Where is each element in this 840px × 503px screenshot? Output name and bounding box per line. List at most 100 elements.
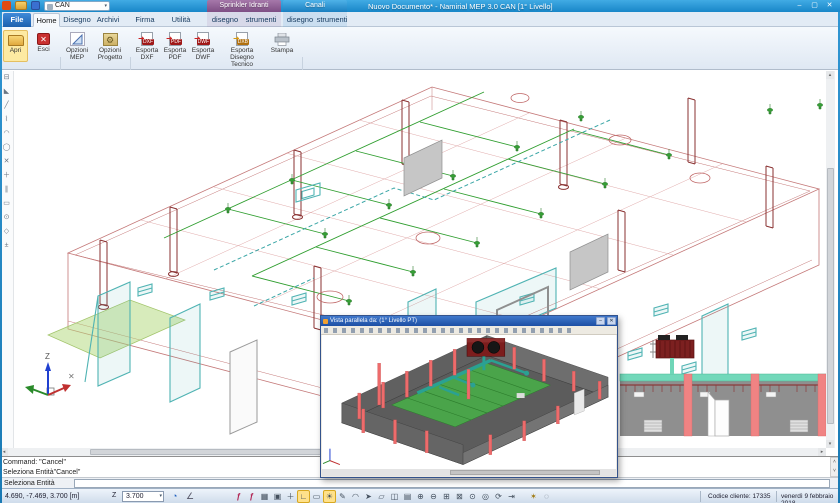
window-title: Nuovo Documento* - Namirial MEP 3.0 CAN … bbox=[368, 2, 553, 11]
quick-access-combo[interactable]: CAN ▾ bbox=[44, 1, 110, 11]
vertical-scrollbar[interactable]: ▴ ▾ bbox=[826, 71, 835, 448]
exit-icon: ✕ bbox=[37, 33, 50, 45]
scroll-down-icon[interactable]: ˅ bbox=[831, 467, 838, 476]
stampa-button[interactable]: Stampa bbox=[268, 30, 296, 62]
scroll-down-icon[interactable]: ▾ bbox=[826, 440, 834, 448]
esporta-dxf-button[interactable]: ➜ DXF Esporta DXF bbox=[134, 30, 160, 62]
export-drawing-icon: ➜ DXB bbox=[236, 32, 248, 46]
lamp-icon[interactable]: ☀ bbox=[323, 490, 336, 503]
regen-icon[interactable]: ⟳ bbox=[492, 490, 505, 503]
ribbon: Apri ✕ Esci Opzioni MEP ⚙ Opzioni Proget… bbox=[0, 27, 840, 70]
pointer-icon[interactable]: ➤ bbox=[362, 490, 375, 503]
esporta-pdf-button[interactable]: ➜ PDF Esporta PDF bbox=[162, 30, 188, 62]
render-window-titlebar[interactable]: Vista parallela da: (1° Livello PT) – ✕ bbox=[321, 316, 617, 326]
tab-sprinkler-disegno[interactable]: disegno bbox=[209, 13, 241, 27]
render-view-window[interactable]: Vista parallela da: (1° Livello PT) – ✕ bbox=[320, 315, 618, 478]
tab-utilita[interactable]: Utilità bbox=[168, 13, 194, 27]
titlebar: CAN ▾ Sprinkler Idranti Canali Nuovo Doc… bbox=[0, 0, 840, 12]
prompt-label: Seleziona Entità bbox=[4, 480, 55, 487]
window-icon bbox=[323, 319, 328, 324]
ucs-axis-icon: Z ✕ bbox=[25, 352, 75, 395]
fscroll-thumb[interactable] bbox=[450, 470, 600, 475]
zoom-realtime-icon[interactable]: ◎ bbox=[479, 490, 492, 503]
app-icon[interactable] bbox=[2, 1, 11, 10]
save-icon[interactable] bbox=[31, 1, 40, 10]
svg-text:Z: Z bbox=[45, 352, 50, 361]
tab-home[interactable]: Home bbox=[33, 13, 60, 27]
render-window-toolbar[interactable] bbox=[321, 326, 617, 335]
open-folder-icon[interactable] bbox=[15, 1, 27, 10]
render-door bbox=[574, 389, 584, 415]
tab-canali-strumenti[interactable]: strumenti bbox=[316, 13, 348, 27]
column bbox=[751, 374, 759, 436]
chevron-down-icon: ▾ bbox=[104, 2, 107, 10]
command-input[interactable] bbox=[74, 479, 830, 488]
ortho-icon[interactable]: ∟ bbox=[297, 490, 310, 503]
render-window-title: Vista parallela da: (1° Livello PT) bbox=[330, 318, 417, 324]
angle-icon[interactable]: ∠ bbox=[186, 491, 194, 502]
project-gear-icon: ⚙ bbox=[103, 33, 118, 46]
plot-preview-icon[interactable]: ✶ bbox=[527, 490, 540, 503]
export-pdf-icon: ➜ PDF bbox=[169, 32, 181, 46]
iso-view-icon[interactable]: ▱ bbox=[375, 490, 388, 503]
zoom-in-icon[interactable]: ⊕ bbox=[414, 490, 427, 503]
apri-button[interactable]: Apri bbox=[3, 30, 28, 62]
tab-disegno[interactable]: Disegno bbox=[61, 13, 93, 27]
contextual-group-canali: Canali bbox=[283, 0, 347, 12]
chevron-down-icon: ▾ bbox=[159, 492, 162, 501]
opzioni-mep-button[interactable]: Opzioni MEP bbox=[63, 30, 91, 62]
z-label: Z bbox=[112, 492, 116, 499]
quick-access-value: CAN bbox=[55, 2, 70, 9]
pan-icon[interactable]: ⇥ bbox=[505, 490, 518, 503]
left-toolbar: ⊟ ◣ ╱ ⌇ ◠ ◯ ✕ ＋ ∥ ▭ ⊙ ◇ ± bbox=[0, 71, 14, 448]
zoom-previous-icon[interactable]: ⊙ bbox=[466, 490, 479, 503]
ucs-icon[interactable]: ▣ bbox=[271, 490, 284, 503]
zoom-window-icon[interactable]: ⊞ bbox=[440, 490, 453, 503]
crosshair-icon[interactable]: ＋ bbox=[284, 490, 297, 503]
tab-canali-disegno[interactable]: disegno bbox=[285, 13, 315, 27]
selection-window-icon[interactable]: ▭ bbox=[310, 490, 323, 503]
export-dwf-icon: ➜ DWF bbox=[197, 32, 209, 46]
scroll-up-icon[interactable]: ˄ bbox=[831, 458, 838, 467]
zoom-extents-icon[interactable]: ⊠ bbox=[453, 490, 466, 503]
render-window-scrollbar[interactable] bbox=[322, 469, 616, 476]
sketch-icon[interactable]: ✎ bbox=[336, 490, 349, 503]
sprinkler-heads[interactable] bbox=[225, 99, 822, 305]
cube-view-icon[interactable]: ◫ bbox=[388, 490, 401, 503]
esci-button[interactable]: ✕ Esci bbox=[31, 30, 56, 62]
coordinates-readout: 4.690, -7.469, 3.700 [m] bbox=[5, 493, 79, 500]
osnap-nearest-icon[interactable]: ƒ bbox=[232, 490, 245, 503]
osnap-perpendicular-icon[interactable]: ƒ bbox=[245, 490, 258, 503]
tab-sprinkler-strumenti[interactable]: strumenti bbox=[243, 13, 279, 27]
set-square-icon bbox=[70, 32, 85, 46]
toolbar-icons[interactable] bbox=[324, 328, 574, 333]
minimize-button[interactable]: – bbox=[596, 317, 605, 325]
window-frame-left bbox=[0, 12, 2, 503]
settings-icon[interactable]: ◌ bbox=[540, 490, 553, 503]
render-3d bbox=[322, 335, 616, 470]
maximize-button[interactable]: ▢ bbox=[808, 1, 821, 11]
close-button[interactable]: ✕ bbox=[607, 317, 616, 325]
date-display: venerdì 9 febbraio 2018 bbox=[781, 493, 840, 503]
command-prompt-row: Seleziona Entità bbox=[0, 477, 840, 488]
minimize-button[interactable]: – bbox=[793, 1, 806, 11]
opzioni-progetto-button[interactable]: ⚙ Opzioni Progetto bbox=[93, 30, 127, 62]
layers-icon[interactable]: ▤ bbox=[401, 490, 414, 503]
tab-file[interactable]: File bbox=[3, 13, 31, 27]
scroll-right-icon[interactable]: ▸ bbox=[818, 448, 826, 456]
render-viewport[interactable] bbox=[322, 335, 616, 470]
scroll-up-icon[interactable]: ▴ bbox=[826, 71, 834, 79]
esporta-dwf-button[interactable]: ➜ DWF Esporta DWF bbox=[190, 30, 216, 62]
pipe-icon bbox=[47, 4, 53, 10]
arc-mode-icon[interactable]: ◠ bbox=[349, 490, 362, 503]
esporta-disegno-tecnico-button[interactable]: ➜ DXB Esporta Disegno Tecnico bbox=[220, 30, 264, 62]
application-window: { "titlebar": { "title": "Nuovo Document… bbox=[0, 0, 840, 503]
tab-archivi[interactable]: Archivi bbox=[94, 13, 122, 27]
z-level-combo[interactable]: 3.700▾ bbox=[122, 491, 164, 502]
grid-icon[interactable]: ▦ bbox=[258, 490, 271, 503]
tab-firma-digitale[interactable]: Firma digitale bbox=[123, 13, 167, 27]
zoom-out-icon[interactable]: ⊖ bbox=[427, 490, 440, 503]
vscroll-thumb[interactable] bbox=[827, 168, 834, 424]
ucs-world-icon[interactable]: ◔ bbox=[172, 491, 177, 501]
close-button[interactable]: ✕ bbox=[823, 1, 836, 11]
